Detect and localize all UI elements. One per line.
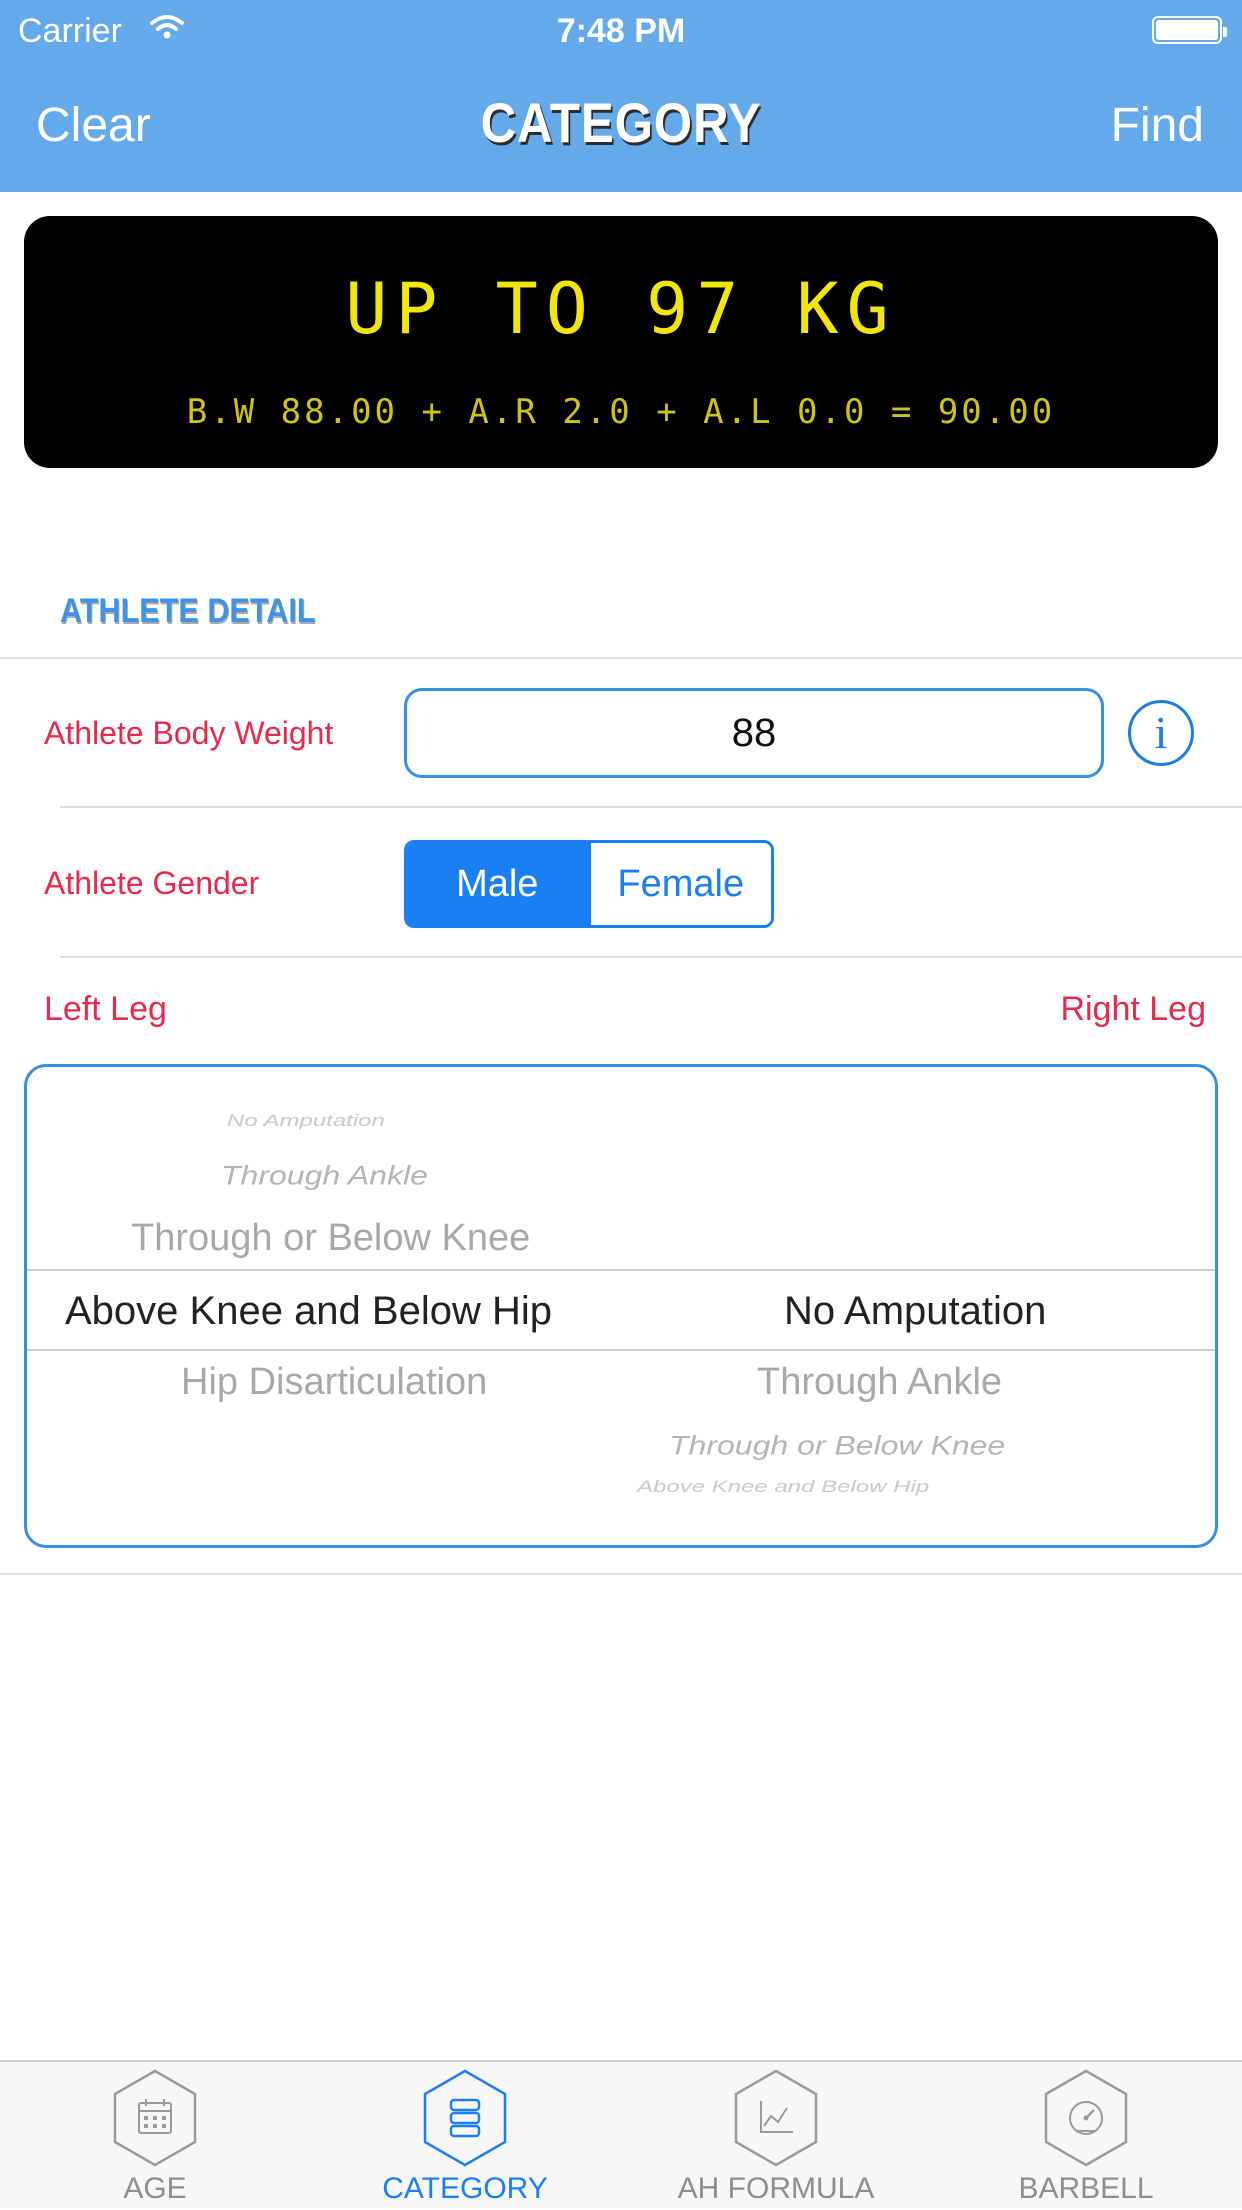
tab-bar: AGE CATEGORY AH FORMULA BARBELL bbox=[0, 2060, 1242, 2208]
tab-category[interactable]: CATEGORY bbox=[310, 2062, 620, 2210]
right-leg-option-selected[interactable]: No Amputation bbox=[784, 1289, 1046, 1334]
status-time: 7:48 PM bbox=[556, 12, 686, 50]
right-leg-label: Right Leg bbox=[1060, 990, 1206, 1028]
left-leg-option[interactable]: No Amputation bbox=[227, 1111, 385, 1131]
info-icon[interactable]: i bbox=[1128, 700, 1194, 766]
tab-barbell-label: BARBELL bbox=[1018, 2172, 1154, 2205]
formula-result: B.W 88.00 + A.R 2.0 + A.L 0.0 = 90.00 bbox=[186, 392, 1056, 432]
left-leg-option[interactable]: Through Ankle bbox=[221, 1160, 428, 1191]
gauge-icon bbox=[1044, 2069, 1128, 2167]
divider bbox=[60, 956, 1242, 958]
gender-female-option[interactable]: Female bbox=[587, 843, 771, 925]
tab-barbell[interactable]: BARBELL bbox=[931, 2062, 1241, 2210]
tab-age[interactable]: AGE bbox=[0, 2062, 310, 2210]
gender-segmented-control: Male Female bbox=[404, 840, 774, 928]
battery-icon bbox=[1152, 16, 1227, 44]
calendar-icon bbox=[113, 2069, 197, 2167]
navigation-bar: Carrier 7:48 PM Clear CATEGORY Find bbox=[0, 0, 1242, 192]
body-weight-input[interactable]: 88 bbox=[404, 688, 1104, 778]
divider bbox=[0, 1573, 1242, 1575]
find-button[interactable]: Find bbox=[1111, 98, 1204, 153]
database-icon bbox=[423, 2069, 507, 2167]
left-leg-option-selected[interactable]: Above Knee and Below Hip bbox=[65, 1289, 552, 1334]
divider bbox=[60, 806, 1242, 808]
page-title: CATEGORY bbox=[480, 91, 762, 154]
amputation-picker[interactable]: No Amputation Through Ankle Through or B… bbox=[24, 1064, 1218, 1548]
gender-label: Athlete Gender bbox=[44, 865, 260, 901]
tab-age-label: AGE bbox=[123, 2172, 187, 2205]
gender-male-option[interactable]: Male bbox=[407, 843, 588, 925]
category-result: UP TO 97 KG bbox=[345, 268, 897, 350]
result-display: UP TO 97 KG B.W 88.00 + A.R 2.0 + A.L 0.… bbox=[24, 216, 1218, 468]
left-leg-option[interactable]: Hip Disarticulation bbox=[181, 1361, 487, 1404]
tab-category-label: CATEGORY bbox=[382, 2172, 548, 2205]
status-bar: Carrier 7:48 PM bbox=[0, 0, 1242, 62]
right-leg-option[interactable]: Through or Below Knee bbox=[669, 1430, 1005, 1461]
left-leg-label: Left Leg bbox=[44, 990, 167, 1028]
tab-ah-formula[interactable]: AH FORMULA bbox=[621, 2062, 931, 2210]
tab-ah-formula-label: AH FORMULA bbox=[677, 2172, 875, 2205]
chart-icon bbox=[734, 2069, 818, 2167]
right-leg-option[interactable]: Through Ankle bbox=[757, 1361, 1002, 1404]
body-weight-label: Athlete Body Weight bbox=[44, 715, 334, 751]
section-title: ATHLETE DETAIL bbox=[60, 592, 316, 630]
left-leg-option[interactable]: Through or Below Knee bbox=[131, 1217, 530, 1260]
right-leg-option[interactable]: Above Knee and Below Hip bbox=[637, 1477, 929, 1497]
divider bbox=[0, 657, 1242, 659]
